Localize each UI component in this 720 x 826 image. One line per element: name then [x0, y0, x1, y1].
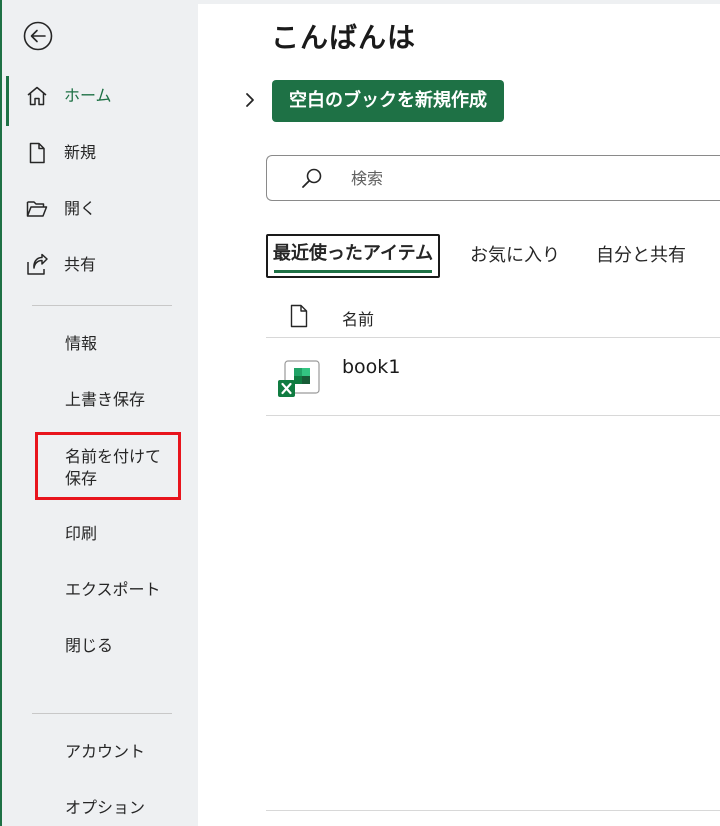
- open-folder-icon: [26, 201, 48, 217]
- file-row-book1[interactable]: book1: [266, 339, 720, 416]
- share-icon: [27, 253, 48, 275]
- backstage-sidebar: ホーム 新規 開く 共有 情報 上書き保存 名前を付けて 保存 印刷 エクスポー…: [0, 0, 198, 826]
- column-name-header[interactable]: 名前: [342, 306, 374, 330]
- tab-shared-with-me-label: 自分と共有: [596, 245, 686, 266]
- nav-home-label: ホーム: [64, 86, 112, 105]
- new-document-icon: [29, 142, 45, 164]
- chevron-right-icon[interactable]: [242, 90, 258, 110]
- file-type-icon: [290, 304, 308, 328]
- greeting-title: こんばんは: [271, 21, 417, 54]
- search-input[interactable]: [349, 164, 709, 192]
- menu-export-label: エクスポート: [65, 580, 161, 599]
- menu-info-label: 情報: [65, 334, 98, 353]
- menu-overwrite-save[interactable]: 上書き保存: [2, 378, 198, 422]
- home-pane: こんばんは 空白のブックを新規作成 最近使ったアイテム お気に入り 自分と共有 …: [198, 0, 720, 826]
- menu-info[interactable]: 情報: [2, 322, 198, 366]
- sidebar-divider: [32, 713, 172, 714]
- home-icon: [27, 86, 47, 106]
- file-list-header: 名前: [266, 296, 720, 338]
- search-box: [266, 155, 720, 201]
- tab-favorites-label: お気に入り: [470, 245, 560, 266]
- tab-recent[interactable]: 最近使ったアイテム: [266, 234, 440, 278]
- menu-close[interactable]: 閉じる: [2, 624, 198, 668]
- tab-shared-with-me[interactable]: 自分と共有: [596, 238, 686, 282]
- new-blank-workbook-button[interactable]: 空白のブックを新規作成: [272, 80, 504, 122]
- menu-account-label: アカウント: [65, 742, 146, 761]
- menu-save-as[interactable]: 名前を付けて 保存: [2, 434, 198, 498]
- menu-close-label: 閉じる: [65, 636, 114, 655]
- menu-options-label: オプション: [65, 798, 146, 817]
- menu-overwrite-save-label: 上書き保存: [65, 390, 146, 409]
- nav-new[interactable]: 新規: [2, 131, 198, 175]
- nav-share[interactable]: 共有: [2, 243, 198, 287]
- nav-open-label: 開く: [64, 199, 97, 218]
- menu-save-as-label-line1: 名前を付けて: [65, 447, 162, 466]
- nav-home[interactable]: ホーム: [2, 74, 198, 126]
- nav-new-label: 新規: [64, 143, 97, 162]
- back-arrow-icon: [23, 21, 53, 51]
- search-icon: [302, 168, 322, 188]
- menu-print-label: 印刷: [65, 524, 98, 543]
- excel-file-icon: [278, 360, 320, 397]
- file-name: book1: [342, 356, 401, 378]
- list-divider: [266, 810, 720, 811]
- nav-open[interactable]: 開く: [2, 187, 198, 231]
- sidebar-divider: [32, 305, 172, 306]
- menu-save-as-label-line2: 保存: [65, 469, 98, 488]
- menu-account[interactable]: アカウント: [2, 730, 198, 774]
- tab-recent-label: 最近使ったアイテム: [272, 243, 434, 264]
- back-button[interactable]: [22, 20, 54, 52]
- menu-export[interactable]: エクスポート: [2, 568, 198, 612]
- nav-share-label: 共有: [64, 255, 97, 274]
- menu-options[interactable]: オプション: [2, 786, 198, 826]
- tab-favorites[interactable]: お気に入り: [470, 238, 560, 282]
- menu-print[interactable]: 印刷: [2, 512, 198, 556]
